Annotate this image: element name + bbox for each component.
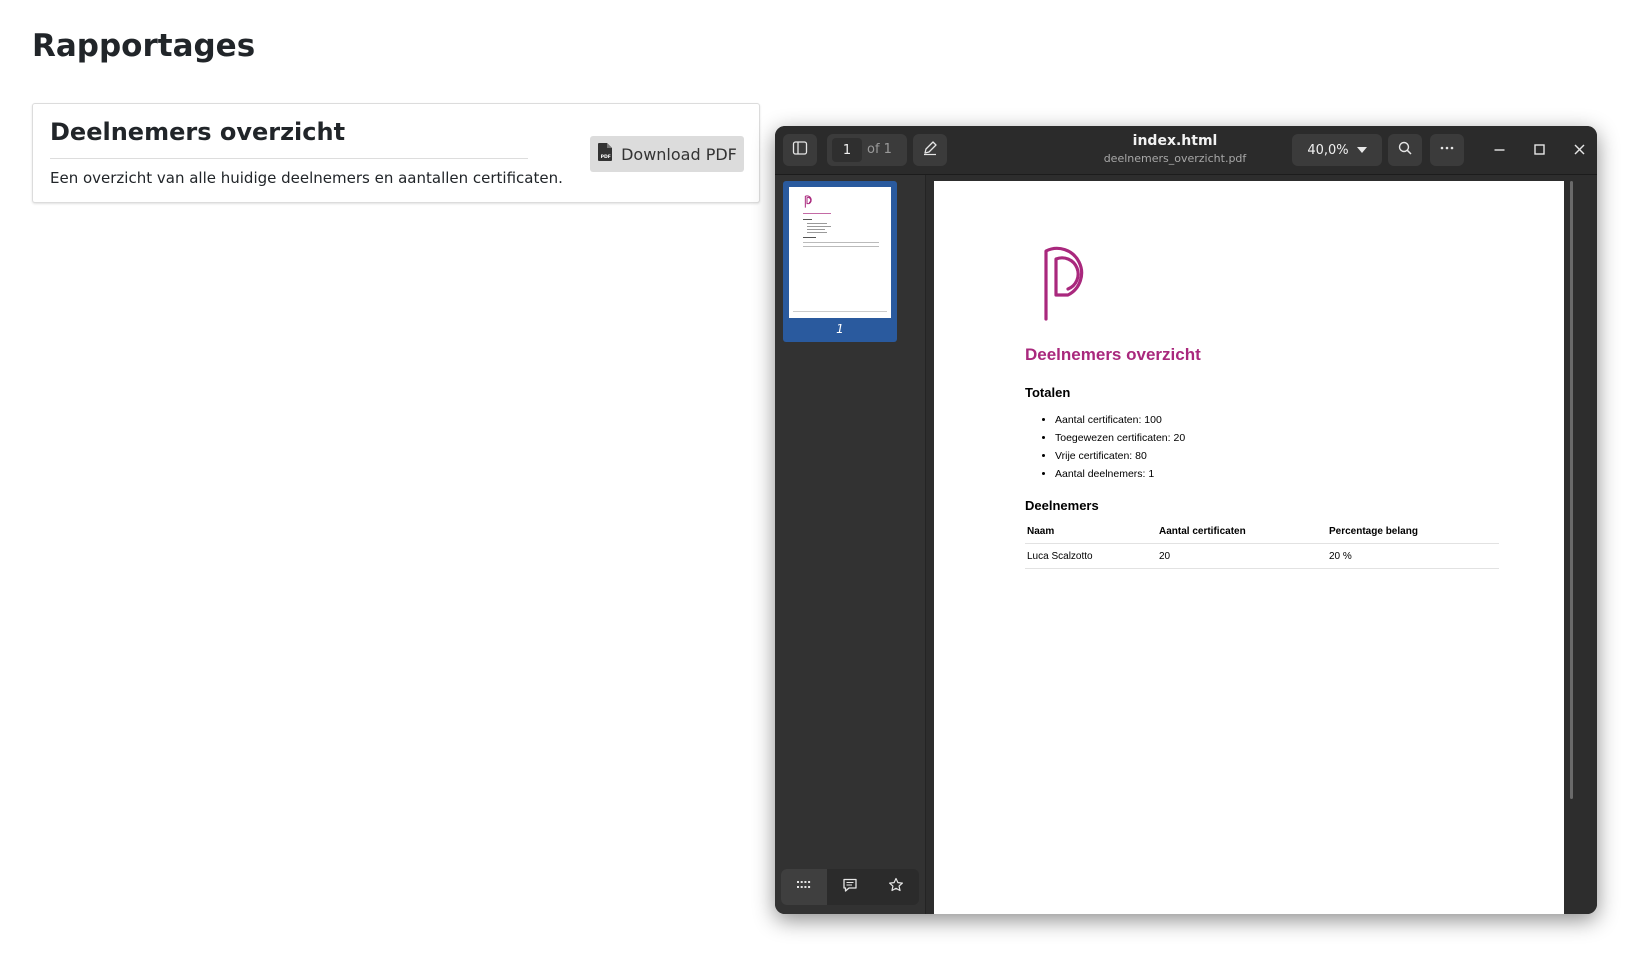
- page-selector: 1 of 1: [827, 134, 907, 166]
- ellipsis-icon: [1439, 140, 1455, 160]
- column-header: Aantal certificaten: [1157, 519, 1327, 544]
- list-item: Toegewezen certificaten: 20: [1055, 429, 1185, 447]
- grid-icon: [796, 877, 812, 897]
- search-icon: [1397, 140, 1413, 160]
- sidebar-icon: [792, 140, 808, 160]
- thumbnail-logo-icon: [804, 195, 812, 208]
- thumbnails-view-button[interactable]: [781, 869, 827, 905]
- list-item: Vrije certificaten: 80: [1055, 447, 1185, 465]
- minimize-button[interactable]: [1487, 138, 1511, 162]
- star-icon: [888, 877, 904, 897]
- report-description: Een overzicht van alle huidige deelnemer…: [50, 169, 563, 187]
- download-pdf-label: Download PDF: [621, 144, 737, 164]
- comment-icon: [842, 877, 858, 897]
- page-number-input[interactable]: 1: [832, 138, 862, 162]
- bookmarks-view-button[interactable]: [873, 869, 919, 905]
- table-cell: Luca Scalzotto: [1025, 543, 1157, 569]
- page-thumbnail[interactable]: 1: [783, 181, 897, 342]
- column-header: Naam: [1025, 519, 1157, 544]
- more-options-button[interactable]: [1430, 134, 1464, 166]
- document-area[interactable]: Deelnemers overzicht Totalen Aantal cert…: [926, 175, 1597, 914]
- card-divider: [50, 158, 528, 159]
- page-count: of 1: [867, 142, 892, 157]
- zoom-dropdown[interactable]: 40,0%: [1292, 134, 1382, 166]
- svg-text:PDF: PDF: [601, 154, 611, 160]
- table-header-row: Naam Aantal certificaten Percentage bela…: [1025, 519, 1499, 544]
- viewer-title: index.html: [1132, 133, 1218, 149]
- chevron-down-icon: [1356, 147, 1367, 153]
- participants-heading: Deelnemers: [1025, 498, 1099, 513]
- annotations-view-button[interactable]: [827, 869, 873, 905]
- zoom-value: 40,0%: [1307, 142, 1349, 158]
- report-card: Deelnemers overzicht Een overzicht van a…: [32, 103, 760, 203]
- report-title: Deelnemers overzicht: [50, 118, 346, 146]
- vertical-scrollbar[interactable]: [1570, 181, 1573, 799]
- column-header: Percentage belang: [1327, 519, 1499, 544]
- annotate-button[interactable]: [913, 134, 947, 166]
- pdf-viewer-window: 1 of 1 index.html deelnemers_overzicht.p…: [775, 126, 1597, 914]
- close-button[interactable]: [1567, 138, 1591, 162]
- viewer-filename: deelnemers_overzicht.pdf: [1103, 152, 1247, 165]
- page-title: Rapportages: [32, 28, 256, 64]
- participants-table: Naam Aantal certificaten Percentage bela…: [1025, 519, 1499, 569]
- close-icon: [1573, 141, 1586, 160]
- pdf-page: Deelnemers overzicht Totalen Aantal cert…: [934, 181, 1564, 914]
- minimize-icon: [1493, 141, 1506, 160]
- sidebar-mode-switcher: [781, 869, 919, 905]
- thumbnail-page-number: 1: [836, 322, 844, 336]
- totals-heading: Totalen: [1025, 385, 1071, 400]
- list-item: Aantal deelnemers: 1: [1055, 465, 1185, 483]
- pdf-file-icon: PDF: [597, 143, 613, 165]
- table-cell: 20 %: [1327, 543, 1499, 569]
- table-cell: 20: [1157, 543, 1327, 569]
- viewer-header: 1 of 1 index.html deelnemers_overzicht.p…: [775, 126, 1597, 175]
- pdf-title: Deelnemers overzicht: [1025, 345, 1201, 364]
- totals-list: Aantal certificaten: 100 Toegewezen cert…: [1025, 411, 1185, 483]
- pen-icon: [922, 140, 938, 160]
- download-pdf-button[interactable]: PDF Download PDF: [590, 136, 744, 172]
- thumbnail-preview: [789, 187, 891, 318]
- brand-logo-icon: [1044, 246, 1084, 321]
- thumbnail-sidebar: 1: [775, 175, 926, 914]
- maximize-icon: [1533, 141, 1546, 160]
- maximize-button[interactable]: [1527, 138, 1551, 162]
- search-button[interactable]: [1388, 134, 1422, 166]
- table-row: Luca Scalzotto 20 20 %: [1025, 543, 1499, 569]
- list-item: Aantal certificaten: 100: [1055, 411, 1185, 429]
- sidebar-toggle-button[interactable]: [783, 134, 817, 166]
